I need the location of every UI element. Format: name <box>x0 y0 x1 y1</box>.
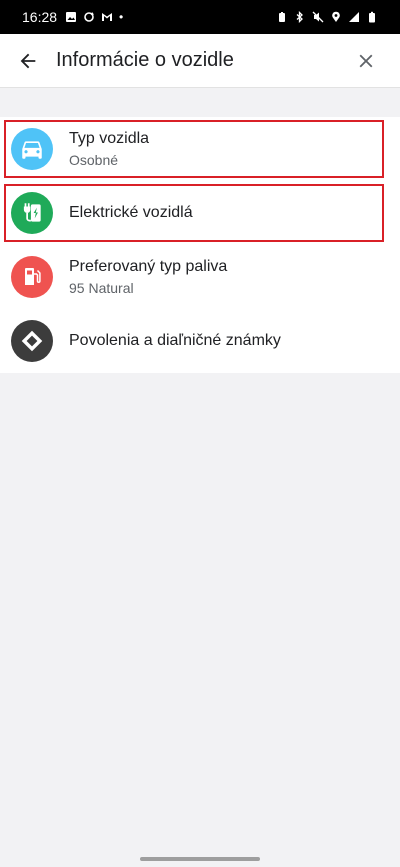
battery-icon <box>369 11 375 23</box>
location-icon <box>332 11 340 22</box>
icon-badge <box>11 128 53 170</box>
battery-saver-icon <box>279 12 285 22</box>
sync-notification-icon <box>84 12 95 22</box>
arrow-left-icon <box>20 53 36 68</box>
vehicle-type-value: Osobné <box>69 152 119 168</box>
app-bar: Informácie o vozidle <box>0 34 400 88</box>
road-sign-icon <box>21 330 43 352</box>
mute-icon <box>312 11 324 23</box>
list-item-electric-vehicles[interactable]: Elektrické vozidlá <box>0 181 400 245</box>
icon-badge <box>11 256 53 298</box>
close-button[interactable] <box>344 34 388 88</box>
back-button[interactable] <box>0 34 56 88</box>
permits-vignettes-label: Povolenia a diaľničné známky <box>69 332 281 349</box>
list-item-permits-vignettes[interactable]: Povolenia a diaľničné známky <box>0 309 400 373</box>
list-item-vehicle-type[interactable]: Typ vozidla Osobné <box>0 117 400 181</box>
ev-charger-icon <box>23 203 41 222</box>
more-notifications-dot: • <box>119 10 124 24</box>
icon-badge <box>11 320 53 362</box>
electric-vehicles-label: Elektrické vozidlá <box>69 204 193 221</box>
preferred-fuel-value: 95 Natural <box>69 280 134 296</box>
gesture-navigation-bar[interactable] <box>140 857 260 861</box>
mail-notification-icon <box>102 13 113 21</box>
fuel-pump-icon <box>25 268 41 285</box>
vehicle-info-list: Typ vozidla Osobné Elektrické vozidlá Pr… <box>0 117 400 373</box>
vehicle-type-label: Typ vozidla <box>69 130 150 147</box>
status-time: 16:28 <box>22 9 58 25</box>
status-bar: 16:28 • <box>0 0 400 34</box>
image-notification-icon <box>66 12 77 22</box>
close-icon <box>359 54 373 68</box>
icon-badge <box>11 192 53 234</box>
bluetooth-icon <box>296 11 303 23</box>
signal-icon <box>349 12 359 22</box>
list-item-preferred-fuel[interactable]: Preferovaný typ paliva 95 Natural <box>0 245 400 309</box>
preferred-fuel-label: Preferovaný typ paliva <box>69 258 228 275</box>
car-icon <box>22 141 42 159</box>
page-title: Informácie o vozidle <box>56 49 234 71</box>
